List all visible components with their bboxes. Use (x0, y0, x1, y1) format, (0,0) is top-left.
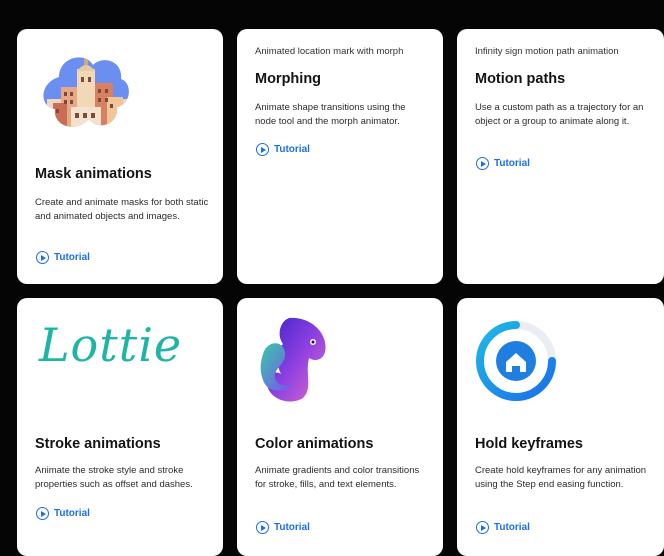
card-title: Mask animations (35, 166, 152, 182)
card-title: Color animations (255, 436, 374, 452)
card-title: Hold keyframes (475, 436, 583, 452)
play-icon (476, 157, 489, 170)
tutorial-link[interactable]: Tutorial (256, 143, 310, 156)
card-mask-animations[interactable]: Mask animations Create and animate masks… (17, 29, 223, 284)
play-icon (36, 251, 49, 264)
card-motion-paths[interactable]: Infinity sign motion path animation Moti… (457, 29, 664, 284)
play-icon (476, 521, 489, 534)
lottie-logo: Lottie (39, 318, 183, 372)
card-stroke-animations[interactable]: Lottie Stroke animations Animate the str… (17, 298, 223, 556)
tutorial-link[interactable]: Tutorial (36, 507, 90, 520)
tutorial-link[interactable]: Tutorial (36, 251, 90, 264)
card-description: Animate the stroke style and stroke prop… (35, 465, 193, 490)
card-description: Animate shape transitions using the node… (255, 102, 406, 127)
tutorial-label: Tutorial (494, 158, 530, 169)
card-description: Create hold keyframes for any animation … (475, 465, 647, 490)
card-morphing[interactable]: Animated location mark with morph Morphi… (237, 29, 443, 284)
tutorial-label: Tutorial (54, 508, 90, 519)
tutorial-label: Tutorial (274, 522, 310, 533)
tutorial-label: Tutorial (54, 252, 90, 263)
tutorial-link[interactable]: Tutorial (256, 521, 310, 534)
card-description: Create and animate masks for both static… (35, 197, 209, 222)
card-eyebrow: Infinity sign motion path animation (475, 46, 619, 57)
tutorial-link[interactable]: Tutorial (476, 521, 530, 534)
chameleon-icon (260, 317, 326, 402)
card-title: Stroke animations (35, 436, 161, 452)
card-title: Morphing (255, 71, 322, 87)
play-icon (256, 521, 269, 534)
card-color-animations[interactable]: Color animations Animate gradients and c… (237, 298, 443, 556)
card-hold-keyframes[interactable]: Hold keyframes Create hold keyframes for… (457, 298, 664, 556)
card-title: Motion paths (475, 71, 566, 87)
tutorial-label: Tutorial (274, 144, 310, 155)
tutorial-label: Tutorial (494, 522, 530, 533)
tutorial-link[interactable]: Tutorial (476, 157, 530, 170)
card-description: Animate gradients and color transitions … (255, 465, 420, 490)
city-cloud-illustration (43, 57, 129, 127)
home-progress-icon (476, 321, 556, 401)
play-icon (256, 143, 269, 156)
play-icon (36, 507, 49, 520)
card-eyebrow: Animated location mark with morph (255, 46, 404, 57)
card-description: Use a custom path as a trajectory for an… (475, 102, 644, 127)
